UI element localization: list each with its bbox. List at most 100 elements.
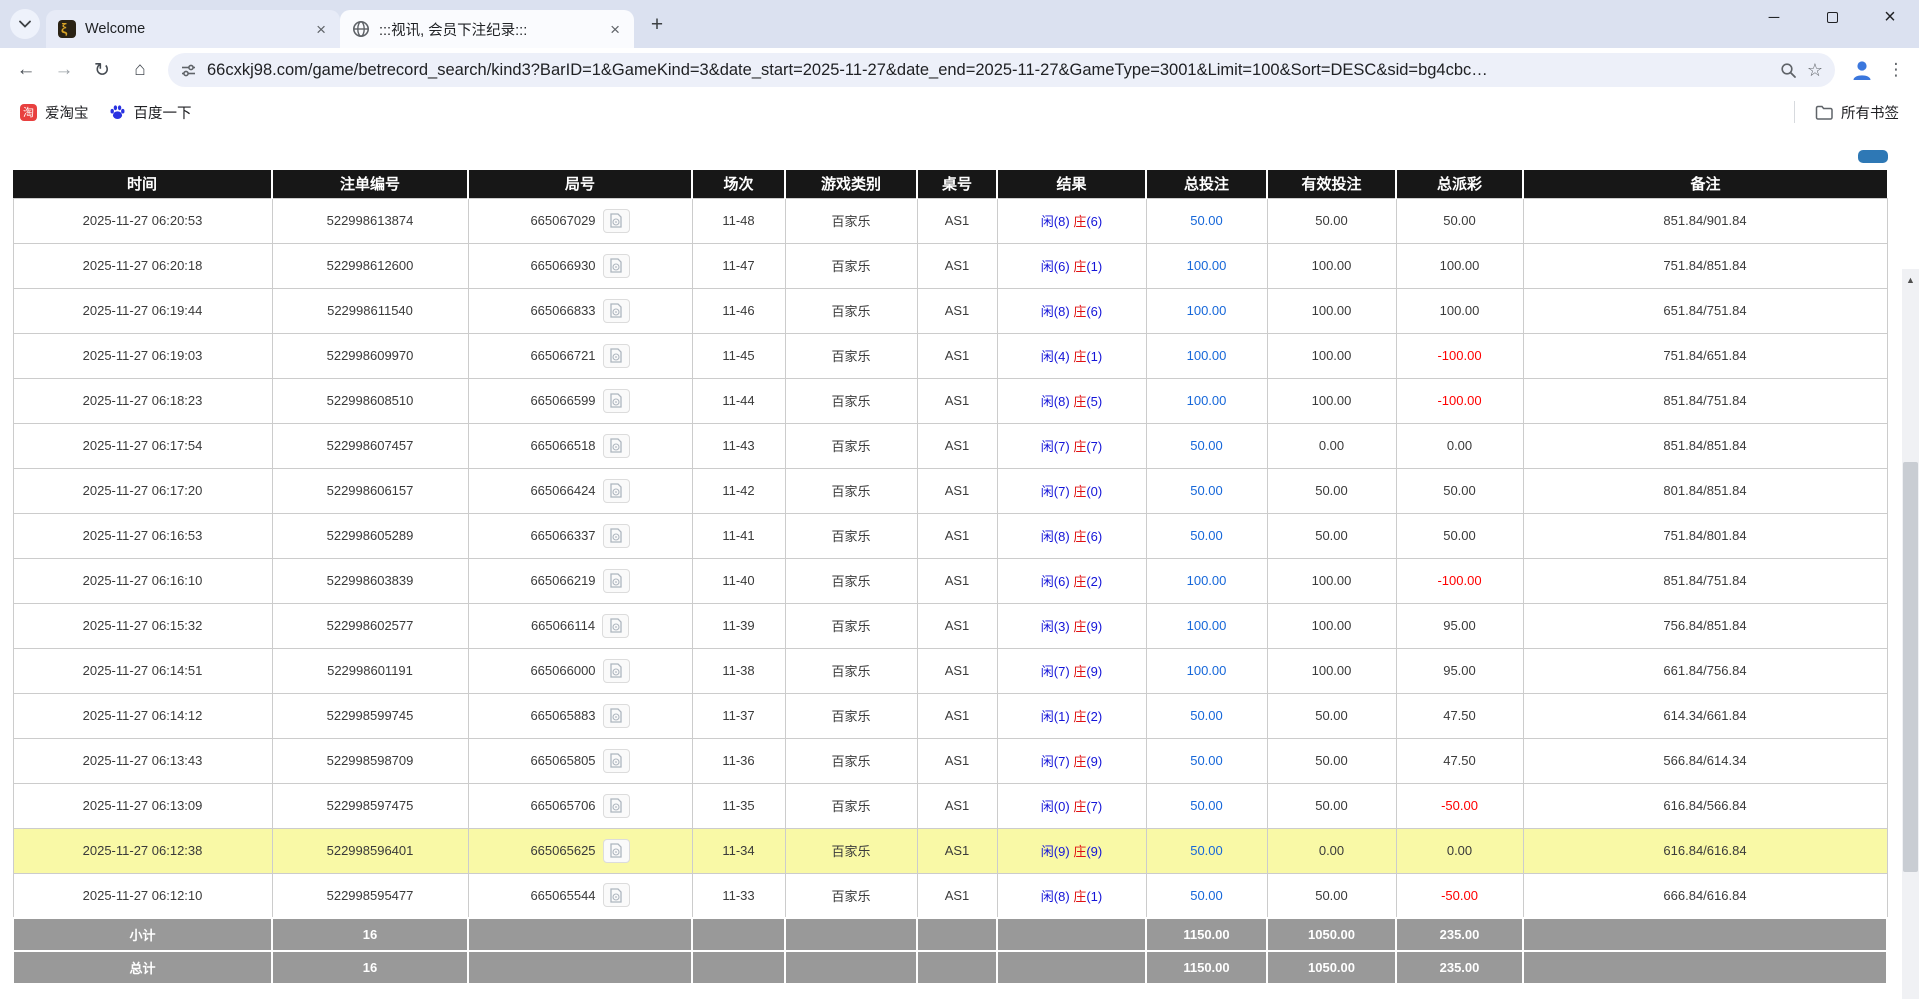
banker-points: (6) [1086,304,1102,319]
video-replay-button[interactable] [603,569,630,593]
tab-close-icon[interactable]: × [606,20,624,39]
bookmark-taobao[interactable]: 淘 爱淘宝 [10,97,99,128]
cell-session: 11-33 [692,873,785,918]
total-bet-link[interactable]: 100.00 [1187,348,1227,363]
total-bet-link[interactable]: 50.00 [1190,528,1223,543]
total-bet-link[interactable]: 50.00 [1190,213,1223,228]
dragon-favicon-icon [58,20,76,38]
vertical-scrollbar[interactable]: ▲ ▼ [1902,269,1919,999]
banker-points: (9) [1086,664,1102,679]
cell-time: 2025-11-27 06:20:53 [13,198,272,243]
tab-search-button[interactable] [10,9,40,39]
banker-result: 庄 [1073,529,1086,544]
bookmark-star-icon[interactable]: ☆ [1807,60,1823,81]
table-row: 2025-11-27 06:16:53 522998605289 6650663… [13,513,1887,558]
cell-result: 闲(6) 庄(2) [997,558,1146,603]
cell-table-no: AS1 [917,603,997,648]
cell-total-bet: 50.00 [1146,198,1267,243]
cell-table-no: AS1 [917,648,997,693]
total-bet-link[interactable]: 50.00 [1190,888,1223,903]
total-bet-link[interactable]: 100.00 [1187,258,1227,273]
video-file-icon [609,483,623,498]
video-replay-button[interactable] [603,254,630,278]
cell-total-bet: 50.00 [1146,468,1267,513]
banker-points: (9) [1086,619,1102,634]
partial-blue-button[interactable] [1858,150,1888,163]
tab-bet-record[interactable]: :::视讯, 会员下注纪录::: × [340,10,634,48]
tab-welcome[interactable]: Welcome × [46,10,340,48]
bet-records-table: 时间 注单编号 局号 场次 游戏类别 桌号 结果 总投注 有效投注 总派彩 备注… [12,170,1888,985]
player-result: 闲 [1041,529,1054,544]
table-row: 2025-11-27 06:18:23 522998608510 6650665… [13,378,1887,423]
video-replay-button[interactable] [603,209,630,233]
maximize-button[interactable] [1803,0,1861,34]
close-window-button[interactable]: × [1861,0,1919,34]
new-tab-button[interactable]: + [642,10,672,40]
cell-time: 2025-11-27 06:13:43 [13,738,272,783]
player-points: (6) [1054,259,1070,274]
video-replay-button[interactable] [603,479,630,503]
cell-result: 闲(7) 庄(0) [997,468,1146,513]
forward-button[interactable]: → [46,52,82,88]
taobao-icon: 淘 [20,104,37,121]
video-replay-button[interactable] [603,794,630,818]
round-no-text: 665065544 [530,888,595,903]
total-bet-link[interactable]: 100.00 [1187,303,1227,318]
browser-menu-button[interactable]: ⋮ [1881,53,1911,87]
video-replay-button[interactable] [603,883,630,907]
total-label: 总计 [13,951,272,984]
cell-remark: 851.84/751.84 [1523,378,1887,423]
tab-close-icon[interactable]: × [312,20,330,39]
cell-bet-no: 522998611540 [272,288,468,333]
player-points: (8) [1054,529,1070,544]
total-bet-link[interactable]: 50.00 [1190,483,1223,498]
cell-valid-bet: 100.00 [1267,603,1396,648]
home-button[interactable]: ⌂ [122,52,158,88]
cell-session: 11-41 [692,513,785,558]
banker-result: 庄 [1073,709,1086,724]
all-bookmarks-button[interactable]: 所有书签 [1805,97,1909,128]
video-replay-button[interactable] [603,524,630,548]
cell-time: 2025-11-27 06:15:32 [13,603,272,648]
video-replay-button[interactable] [603,839,630,863]
scroll-up-arrow-icon[interactable]: ▲ [1902,271,1919,288]
total-bet-link[interactable]: 50.00 [1190,843,1223,858]
banker-points: (7) [1086,439,1102,454]
cell-round-no: 665066337 [468,513,692,558]
total-bet-link[interactable]: 50.00 [1190,708,1223,723]
cell-remark: 616.84/566.84 [1523,783,1887,828]
reload-button[interactable]: ↻ [84,52,120,88]
cell-game-type: 百家乐 [785,198,917,243]
cell-table-no: AS1 [917,873,997,918]
scrollbar-thumb[interactable] [1903,462,1918,872]
total-bet-link[interactable]: 100.00 [1187,393,1227,408]
cell-remark: 751.84/851.84 [1523,243,1887,288]
total-bet-link[interactable]: 100.00 [1187,618,1227,633]
total-count: 16 [272,951,468,984]
site-settings-icon[interactable] [180,62,197,79]
cell-bet-no: 522998613874 [272,198,468,243]
total-bet-link[interactable]: 50.00 [1190,438,1223,453]
video-replay-button[interactable] [603,749,630,773]
video-replay-button[interactable] [603,389,630,413]
total-bet-link[interactable]: 50.00 [1190,798,1223,813]
total-bet-link[interactable]: 100.00 [1187,663,1227,678]
video-file-icon [609,888,623,903]
video-replay-button[interactable] [603,299,630,323]
total-bet-link[interactable]: 50.00 [1190,753,1223,768]
banker-result: 庄 [1073,304,1086,319]
bookmarks-bar: 淘 爱淘宝 百度一下 所有书签 [0,92,1919,132]
video-replay-button[interactable] [603,704,630,728]
url-bar[interactable]: 66cxkj98.com/game/betrecord_search/kind3… [168,53,1835,87]
profile-avatar[interactable] [1845,53,1879,87]
round-no-text: 665066337 [530,528,595,543]
bookmark-baidu[interactable]: 百度一下 [99,97,202,128]
video-replay-button[interactable] [603,659,630,683]
video-replay-button[interactable] [602,614,629,638]
back-button[interactable]: ← [8,52,44,88]
total-bet-link[interactable]: 100.00 [1187,573,1227,588]
video-replay-button[interactable] [603,434,630,458]
video-replay-button[interactable] [603,344,630,368]
minimize-button[interactable]: ─ [1745,0,1803,34]
zoom-icon[interactable] [1780,62,1797,79]
